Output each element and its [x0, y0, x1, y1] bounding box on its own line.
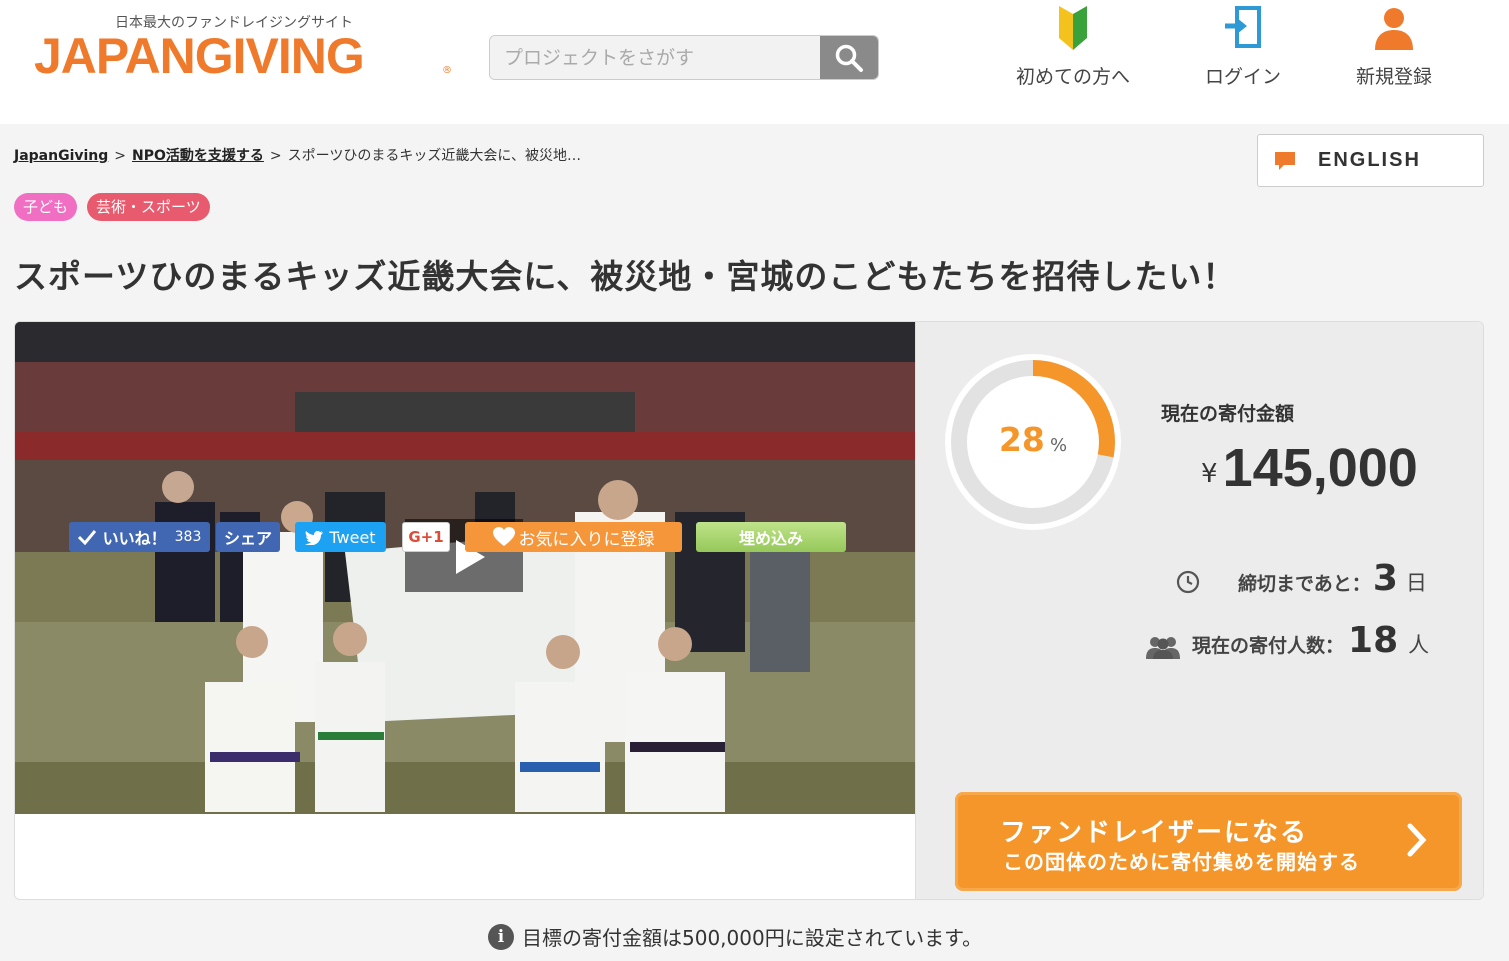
login-icon — [1225, 6, 1261, 48]
nav-login[interactable]: ログイン — [1198, 4, 1288, 89]
tweet-label: Tweet — [329, 527, 376, 547]
deadline-value: 3 — [1372, 558, 1398, 599]
breadcrumb-separator: > — [269, 148, 282, 164]
progress-text: 28 % — [943, 420, 1123, 459]
breadcrumb-current: スポーツひのまるキッズ近畿大会に、被災地… — [287, 148, 581, 164]
site-header: 日本最大のファンドレイジングサイト JAPANGIVING ® 初めての方へ — [0, 0, 1509, 124]
info-icon: i — [488, 923, 514, 950]
become-fundraiser-button[interactable]: ファンドレイザーになる この団体のために寄付集めを開始する — [955, 792, 1462, 891]
breadcrumb-separator: > — [114, 148, 127, 164]
cta-subtitle: この団体のために寄付集めを開始する — [1003, 850, 1360, 874]
facebook-share-button[interactable]: シェア — [216, 522, 280, 552]
progress-unit: % — [1049, 435, 1068, 456]
nav-login-label: ログイン — [1204, 66, 1281, 88]
share-bar — [15, 814, 915, 899]
beginner-leaf-icon — [1059, 6, 1087, 50]
search-input[interactable] — [490, 36, 820, 79]
favorite-button[interactable]: お気に入りに登録 — [465, 522, 682, 552]
twitter-bird-icon — [305, 530, 324, 545]
heart-icon — [492, 527, 515, 546]
speech-bubble-icon — [1275, 151, 1295, 170]
nav-beginner-label: 初めての方へ — [1015, 66, 1130, 88]
deadline-row: 締切まであと： 3 日 — [1238, 558, 1427, 599]
nav-register[interactable]: 新規登録 — [1348, 4, 1440, 89]
nav-register-label: 新規登録 — [1355, 66, 1432, 88]
amount-value: 145,000 — [1222, 438, 1418, 498]
cta-title: ファンドレイザーになる — [1000, 818, 1309, 848]
like-label: いいね！ — [102, 529, 167, 548]
donors-value: 18 — [1348, 620, 1399, 661]
project-video[interactable] — [15, 322, 915, 814]
amount-label: 現在の寄付金額 — [1161, 403, 1295, 425]
donors-unit: 人 — [1408, 633, 1430, 657]
english-button[interactable]: ENGLISH — [1257, 134, 1484, 187]
amount-display: ¥ 145,000 — [1201, 437, 1418, 499]
favorite-label: お気に入りに登録 — [518, 529, 655, 550]
user-register-icon — [1375, 8, 1413, 50]
search-box — [489, 35, 879, 80]
tweet-button[interactable]: Tweet — [295, 522, 386, 552]
registered-mark: ® — [442, 65, 452, 76]
tag-children[interactable]: 子ども — [14, 193, 78, 221]
like-count: 383 — [174, 529, 202, 545]
breadcrumb-category[interactable]: NPO活動を支援する — [132, 148, 264, 164]
deadline-label: 締切まであと： — [1238, 573, 1371, 595]
donors-row: 現在の寄付人数： 18 人 — [1192, 620, 1429, 661]
clock-icon — [1176, 570, 1200, 594]
checkmark-icon — [77, 530, 96, 545]
nav-beginner[interactable]: 初めての方へ — [1008, 4, 1138, 89]
deadline-unit: 日 — [1405, 571, 1427, 595]
breadcrumb: JapanGiving > NPO活動を支援する > スポーツひのまるキッズ近畿大会に、… — [14, 145, 581, 165]
goal-notice: i 目標の寄付金額は500,000円に設定されています。 — [488, 922, 982, 951]
chevron-right-icon — [1407, 823, 1427, 857]
search-icon — [835, 44, 863, 72]
facebook-like-button[interactable]: いいね！ 383 — [69, 522, 210, 552]
search-button[interactable] — [820, 36, 878, 79]
currency-symbol: ¥ — [1201, 459, 1218, 489]
embed-button[interactable]: 埋め込み — [696, 522, 846, 552]
english-label: ENGLISH — [1318, 149, 1421, 171]
site-logo[interactable]: JAPANGIVING — [34, 27, 365, 85]
donors-label: 現在の寄付人数： — [1192, 635, 1345, 657]
breadcrumb-home[interactable]: JapanGiving — [14, 148, 108, 164]
project-photo — [15, 322, 915, 814]
progress-value: 28 — [998, 420, 1045, 459]
goal-text: 目標の寄付金額は500,000円に設定されています。 — [522, 926, 983, 950]
tag-arts-sports[interactable]: 芸術・スポーツ — [87, 193, 210, 221]
people-icon — [1146, 637, 1180, 659]
google-plus-button[interactable]: G+1 — [402, 522, 450, 552]
page-title: スポーツひのまるキッズ近畿大会に、被災地・宮城のこどもたちを招待したい！ — [14, 257, 1237, 296]
